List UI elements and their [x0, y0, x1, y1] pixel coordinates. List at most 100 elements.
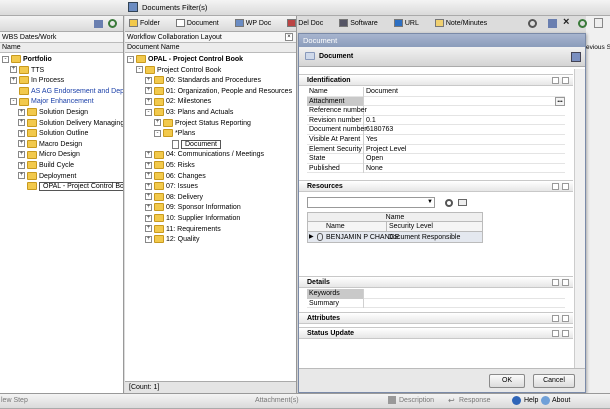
expand-icon[interactable]: + — [10, 76, 17, 84]
details-section[interactable]: Details — [299, 276, 573, 288]
expand-icon[interactable]: + — [18, 119, 25, 127]
tree-item[interactable]: Document — [125, 139, 296, 151]
expand-icon[interactable]: + — [18, 161, 25, 169]
expand-icon[interactable]: + — [145, 76, 152, 84]
restore-icon[interactable] — [552, 183, 559, 190]
expand-icon[interactable]: + — [18, 151, 25, 158]
search-icon[interactable] — [528, 19, 537, 28]
tree-item[interactable]: +11: Requirements — [125, 224, 296, 236]
tree-item[interactable]: AS AG Endorsement and Deplo — [0, 86, 123, 98]
tree-item[interactable]: - Project Control Book — [125, 65, 296, 77]
chevron-down-icon[interactable]: ▼ — [427, 199, 433, 205]
expand-icon[interactable]: + — [145, 182, 152, 190]
expand-icon[interactable]: + — [145, 225, 152, 233]
tree-item[interactable]: +10: Supplier Information — [125, 214, 296, 225]
left-column-header[interactable]: Name — [0, 43, 123, 53]
browse-button[interactable]: ••• — [555, 96, 565, 106]
tree-item[interactable]: + Solution Outline — [0, 129, 123, 140]
tree-item[interactable]: +07: Issues — [125, 182, 296, 193]
tree-item[interactable]: +01: Organization, People and Resources — [125, 86, 296, 98]
collapse-icon[interactable]: - — [10, 98, 17, 106]
resource-combo[interactable]: ▼ — [307, 197, 435, 208]
toolbar-del-doc-button[interactable]: Del Doc — [287, 19, 331, 28]
expand-icon[interactable]: + — [18, 129, 25, 137]
expand-icon[interactable]: + — [145, 98, 152, 106]
restore-icon[interactable] — [552, 77, 559, 84]
toolbar-software-button[interactable]: Software — [339, 19, 386, 28]
tree-item[interactable]: + Solution Design — [0, 108, 123, 119]
tree-item[interactable]: + Solution Delivery Managing — [0, 118, 123, 130]
collapse-icon[interactable]: - — [2, 55, 9, 63]
property-row[interactable]: Attachment ••• — [307, 96, 565, 107]
property-value[interactable]: Project Level — [364, 145, 406, 155]
identification-section[interactable]: Identification — [299, 74, 573, 86]
collapse-icon[interactable] — [562, 330, 569, 337]
property-row[interactable]: Published None — [307, 163, 565, 174]
refresh-icon[interactable] — [108, 19, 117, 28]
restore-icon[interactable] — [552, 279, 559, 286]
restore-icon[interactable] — [552, 315, 559, 322]
mid-column-header[interactable]: Document Name — [125, 43, 296, 53]
tree-item[interactable]: - OPAL - Project Control Book — [125, 55, 296, 66]
refresh-icon[interactable] — [578, 19, 587, 28]
expand-icon[interactable]: + — [145, 87, 152, 95]
expand-icon[interactable]: + — [18, 108, 25, 116]
property-row[interactable]: State Open — [307, 154, 565, 164]
expand-icon[interactable]: + — [145, 161, 152, 169]
collapse-icon[interactable]: - — [154, 129, 161, 137]
expand-icon[interactable]: + — [145, 214, 152, 222]
tree-item[interactable]: + Micro Design — [0, 150, 123, 161]
expand-icon[interactable]: + — [18, 172, 25, 180]
dialog-scrollbar[interactable] — [574, 69, 585, 369]
property-value[interactable]: Open — [364, 154, 383, 164]
tree-item[interactable]: +05: Risks — [125, 161, 296, 172]
resources-section[interactable]: Resources — [299, 180, 573, 192]
attributes-section[interactable]: Attributes — [299, 312, 573, 324]
tree-item[interactable]: +12: Quality — [125, 235, 296, 246]
tree-item[interactable]: +09: Sponsor Information — [125, 203, 296, 214]
tree-item[interactable]: - Portfolio — [0, 55, 123, 66]
tree-item[interactable]: +00: Standards and Procedures — [125, 76, 296, 87]
save-icon[interactable] — [571, 52, 581, 62]
expand-icon[interactable]: + — [10, 66, 17, 74]
property-row[interactable]: Revision number 0.1 — [307, 115, 565, 126]
collapse-icon[interactable]: - — [145, 108, 152, 116]
property-value[interactable]: None — [364, 164, 383, 174]
ok-button[interactable]: OK — [489, 374, 525, 388]
tree-item[interactable]: + Deployment — [0, 171, 123, 183]
expand-icon[interactable]: + — [145, 235, 152, 243]
toolbar-url-button[interactable]: URL — [393, 19, 427, 28]
export-icon[interactable] — [548, 19, 557, 28]
tree-item[interactable]: +06: Changes — [125, 171, 296, 183]
help-button[interactable]: Help — [524, 397, 538, 404]
tree-item[interactable]: +08: Delivery — [125, 192, 296, 204]
close-icon[interactable]: × — [285, 33, 293, 41]
export-icon[interactable] — [94, 20, 103, 28]
attachments-button[interactable]: Attachment(s) — [255, 397, 299, 404]
status-update-section[interactable]: Status Update — [299, 327, 573, 339]
new-step-button[interactable]: lew Step — [1, 397, 28, 404]
tree-item[interactable]: - Major Enhancement — [0, 97, 123, 108]
property-row[interactable]: Document number6180763 — [307, 125, 565, 135]
property-row[interactable]: Name Document — [307, 87, 565, 97]
property-row[interactable]: Summary — [307, 298, 565, 309]
tree-item[interactable]: + TTS — [0, 65, 123, 77]
expand-icon[interactable]: + — [145, 151, 152, 158]
property-value[interactable]: 0.1 — [364, 116, 376, 126]
collapse-icon[interactable]: - — [136, 66, 143, 74]
collapse-icon[interactable] — [562, 315, 569, 322]
tree-item[interactable]: OPAL - Project Control Boo — [0, 182, 123, 193]
property-value[interactable]: Yes — [364, 135, 377, 145]
tree-item[interactable]: - 03: Plans and Actuals — [125, 108, 296, 119]
property-value[interactable]: 6180763 — [364, 125, 393, 135]
grid-icon[interactable] — [458, 199, 467, 206]
property-row[interactable]: Visible At Parent Yes — [307, 134, 565, 145]
tree-item[interactable]: - *Plans — [125, 129, 296, 140]
response-button[interactable]: Response — [459, 397, 491, 404]
property-value[interactable]: Document — [364, 87, 398, 97]
tree-item[interactable]: + Macro Design — [0, 139, 123, 151]
toolbar-folder-button[interactable]: Folder — [129, 19, 168, 28]
collapse-icon[interactable]: - — [127, 55, 134, 63]
tree-item[interactable]: +02: Milestones — [125, 97, 296, 108]
cancel-button[interactable]: Cancel — [533, 374, 575, 388]
